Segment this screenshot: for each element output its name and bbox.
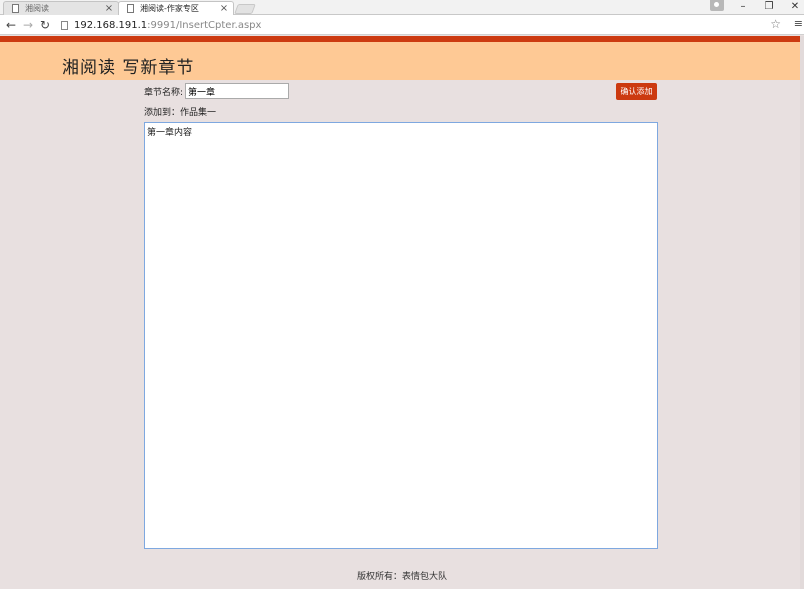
url-host: 192.168.191.1 bbox=[74, 19, 148, 31]
browser-toolbar: ← → ↻ 192.168.191.1:9991/InsertCpter.asp… bbox=[0, 15, 804, 35]
add-to-label: 添加到：作品集一 bbox=[144, 108, 217, 118]
copyright-footer: 版权所有：表情包大队 bbox=[356, 572, 447, 582]
new-tab-button[interactable] bbox=[234, 4, 256, 14]
minimize-icon[interactable]: – bbox=[731, 0, 755, 14]
page-icon bbox=[127, 4, 134, 13]
tab-xiangyuedu[interactable]: 湘阅读 × bbox=[3, 1, 119, 15]
tab-label: 湘阅读-作家专区 bbox=[140, 4, 199, 13]
chapter-content-textarea[interactable] bbox=[144, 122, 658, 549]
tab-author-zone[interactable]: 湘阅读-作家专区 × bbox=[118, 1, 234, 15]
restore-icon[interactable]: ❐ bbox=[757, 0, 781, 14]
url-path: :9991/InsertCpter.aspx bbox=[147, 19, 262, 31]
close-tab-icon[interactable]: × bbox=[104, 3, 114, 14]
confirm-add-button[interactable]: 确认添加 bbox=[616, 83, 657, 100]
user-profile-icon[interactable] bbox=[710, 0, 724, 11]
forward-arrow-icon[interactable]: → bbox=[20, 17, 36, 33]
back-arrow-icon[interactable]: ← bbox=[3, 17, 19, 33]
hamburger-menu-icon[interactable]: ≡ bbox=[794, 17, 803, 30]
star-icon[interactable]: ☆ bbox=[770, 17, 781, 31]
window-close-icon[interactable]: ✕ bbox=[783, 0, 804, 14]
page-title: 湘阅读 写新章节 bbox=[62, 58, 195, 78]
tab-label: 湘阅读 bbox=[25, 4, 49, 13]
chapter-name-label: 章节名称: bbox=[144, 87, 184, 98]
chapter-name-row: 章节名称: bbox=[144, 83, 290, 99]
header-banner: 湘阅读 写新章节 bbox=[0, 42, 804, 80]
page-icon bbox=[61, 20, 68, 30]
scrollbar[interactable] bbox=[800, 36, 804, 589]
page-icon bbox=[12, 4, 19, 13]
close-tab-icon[interactable]: × bbox=[219, 3, 229, 14]
browser-tab-strip: 湘阅读 × 湘阅读-作家专区 × – ❐ ✕ bbox=[0, 0, 804, 15]
reload-icon[interactable]: ↻ bbox=[37, 17, 53, 33]
page-content: 湘阅读 写新章节 章节名称: 确认添加 添加到：作品集一 版权所有：表情包大队 bbox=[0, 36, 804, 589]
address-bar[interactable]: 192.168.191.1:9991/InsertCpter.aspx ☆ bbox=[57, 17, 793, 33]
chapter-name-input[interactable] bbox=[185, 83, 290, 99]
